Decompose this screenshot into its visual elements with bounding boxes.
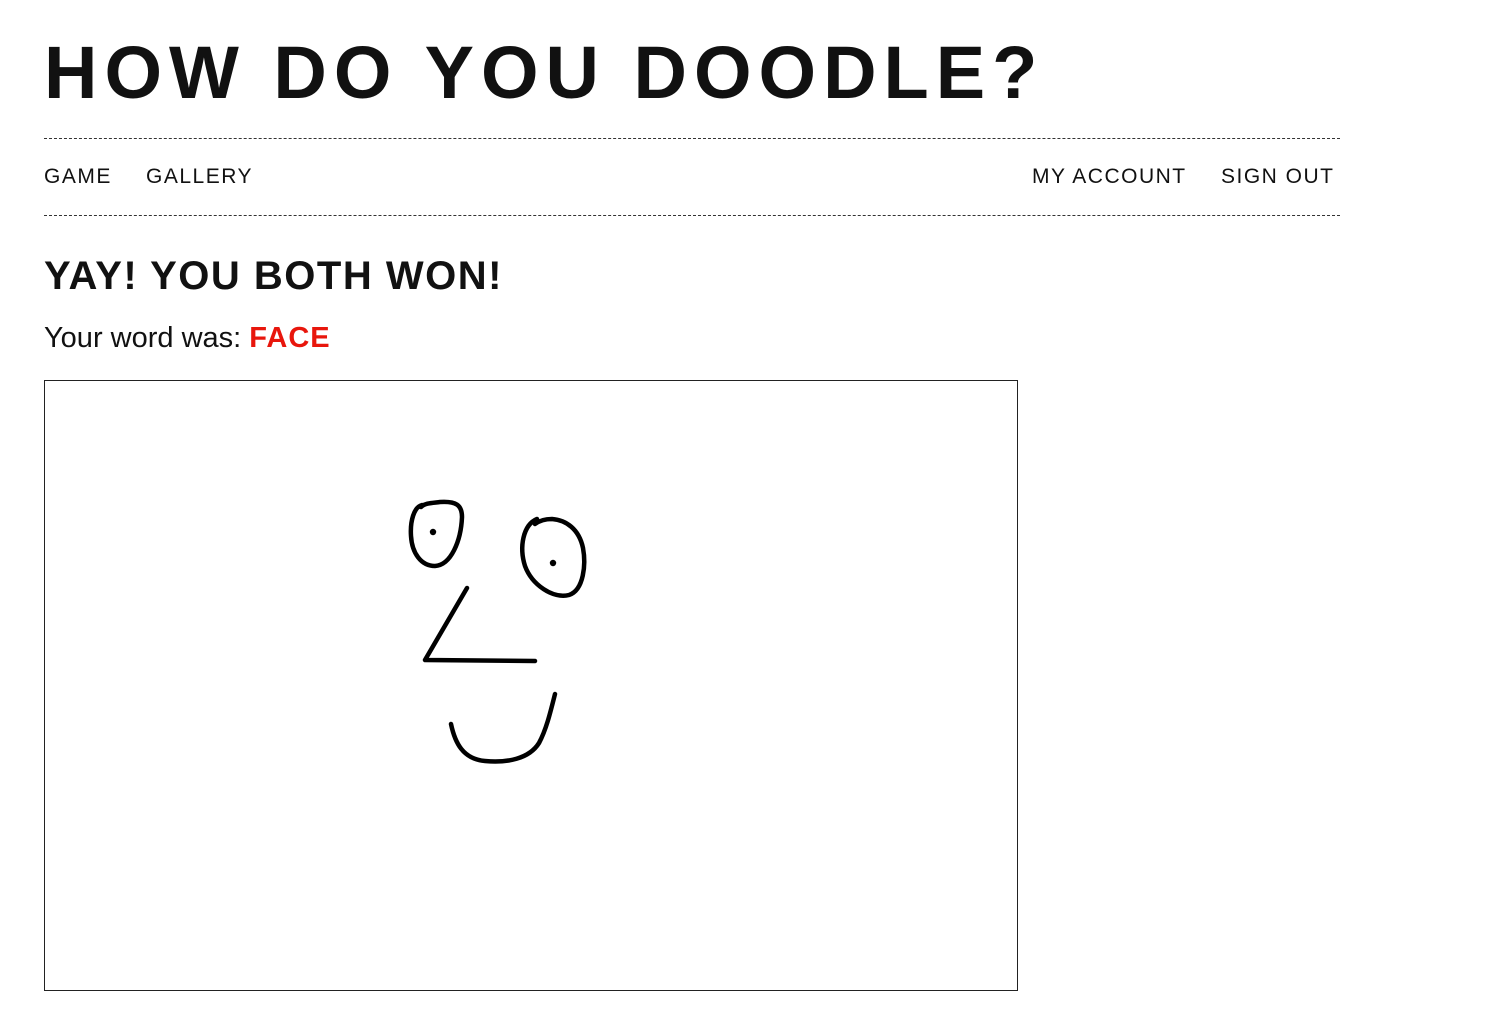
site-title: HOW DO YOU DOODLE? bbox=[44, 31, 1045, 114]
nav-link-game[interactable]: GAME bbox=[44, 164, 112, 190]
result-heading: YAY! YOU BOTH WON! bbox=[44, 254, 503, 298]
doodle-nose bbox=[422, 585, 538, 664]
word-value: FACE bbox=[249, 322, 331, 354]
word-line: Your word was: FACE bbox=[44, 320, 331, 356]
nav-link-gallery[interactable]: GALLERY bbox=[146, 164, 253, 190]
word-prefix-label: Your word was: bbox=[44, 322, 242, 354]
nav-link-sign-out[interactable]: SIGN OUT bbox=[1221, 164, 1335, 190]
doodle-strokes bbox=[408, 499, 587, 764]
doodle-left-eye bbox=[408, 499, 465, 569]
doodle-right-eye bbox=[520, 516, 587, 598]
doodle-drawing bbox=[408, 499, 587, 764]
page: HOW DO YOU DOODLE? GAME GALLERY MY ACCOU… bbox=[0, 0, 1500, 1026]
nav-divider-top bbox=[44, 138, 1340, 139]
doodle-smile bbox=[448, 691, 558, 764]
doodle-right-pupil bbox=[549, 559, 557, 567]
nav-link-my-account[interactable]: MY ACCOUNT bbox=[1032, 164, 1187, 190]
nav-divider-bottom bbox=[44, 215, 1340, 216]
doodle-left-pupil bbox=[429, 528, 437, 536]
doodle-canvas bbox=[44, 380, 1018, 991]
